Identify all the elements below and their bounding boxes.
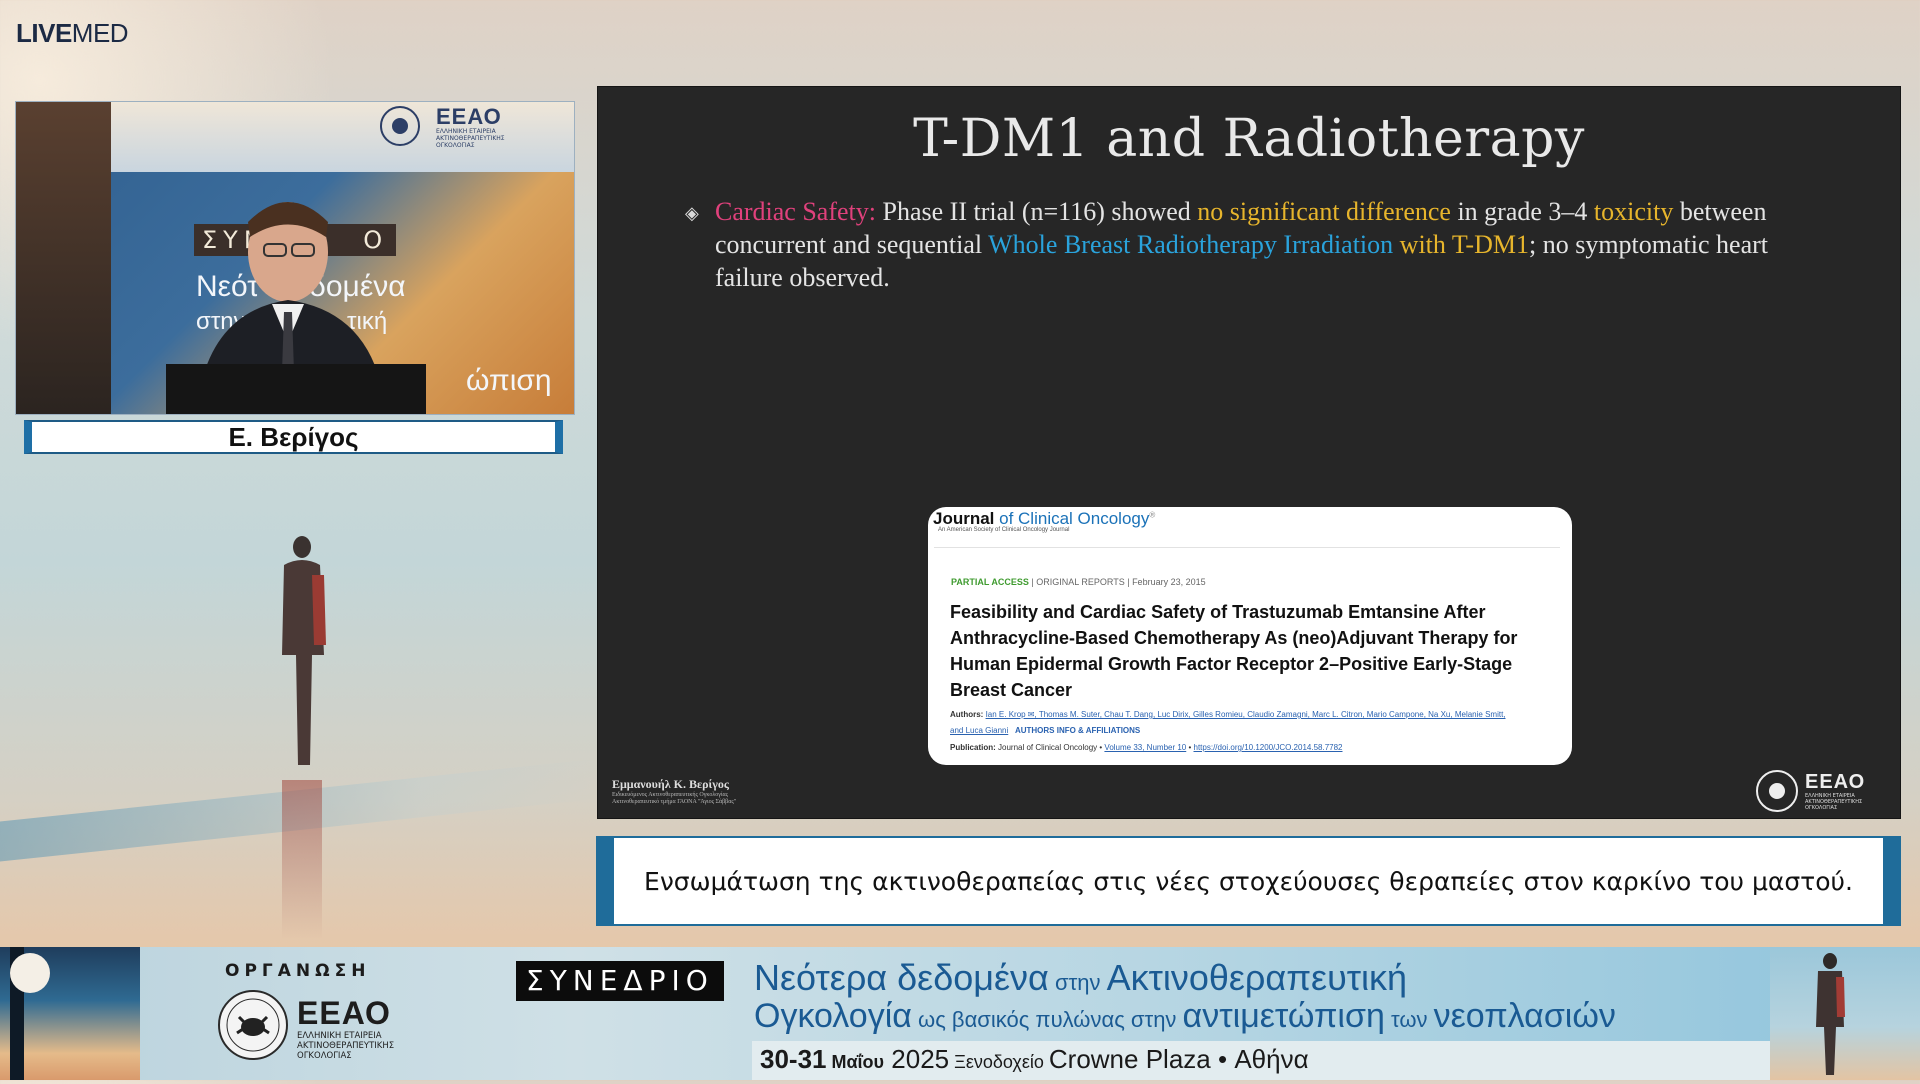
speaker-name: Ε. Βερίγος	[228, 421, 359, 452]
organizer-logo-text: ΕΕΑΟ	[297, 995, 391, 1031]
journal-name: Journal of Clinical Oncology®	[933, 509, 1156, 528]
organizer-label: ΟΡΓΑΝΩΣΗ	[225, 961, 371, 981]
conference-title-line2: Ογκολογία ως βασικός πυλώνας στην αντιμε…	[754, 997, 1616, 1035]
eeao-emblem-icon	[1756, 770, 1798, 812]
organizer-logo: ΕΕΑΟ ΕΛΛΗΝΙΚΗ ΕΤΑΙΡΕΙΑ ΑΚΤΙΝΟΘΕΡΑΠΕΥΤΙΚΗ…	[215, 987, 435, 1067]
bullet-highlight-3: Whole Breast Radiotherapy Irradiation	[988, 230, 1394, 259]
journal-screenshot: Journal of Clinical Oncology® An America…	[928, 507, 1572, 765]
speaker-name-box: Ε. Βερίγος	[24, 420, 563, 454]
figure-reflection	[282, 780, 322, 940]
organizer-logo-sub: ΕΛΛΗΝΙΚΗ ΕΤΑΙΡΕΙΑ ΑΚΤΙΝΟΘΕΡΑΠΕΥΤΙΚΗΣ ΟΓΚ…	[297, 1031, 395, 1061]
doi-link: https://doi.org/10.1200/JCO.2014.58.7782	[1193, 743, 1343, 752]
authors-info-link: AUTHORS INFO & AFFILIATIONS	[1014, 726, 1141, 735]
conference-label: ΣΥΝΕΔΡΙΟ	[516, 961, 724, 1001]
slide-author-name: Εμμανουήλ Κ. Βερίγος	[612, 777, 729, 791]
journal-subtitle: An American Society of Clinical Oncology…	[938, 527, 1070, 533]
video-logo-text: ΕΕΑΟ	[436, 104, 502, 129]
bullet-text-2: in grade 3–4	[1450, 197, 1594, 226]
article-publication: Publication: Journal of Clinical Oncolog…	[950, 743, 1343, 752]
bullet-highlight-1: no significant difference	[1197, 197, 1451, 226]
slide-logo-sub: ΕΛΛΗΝΙΚΗ ΕΤΑΙΡΕΙΑ ΑΚΤΙΝΟΘΕΡΑΠΕΥΤΙΚΗΣ ΟΓΚ…	[1805, 793, 1863, 811]
presentation-slide: T-DM1 and Radiotherapy ◈ Cardiac Safety:…	[597, 86, 1901, 819]
speaker-laptop	[166, 364, 426, 414]
diamond-bullet-icon: ◈	[685, 203, 699, 223]
walking-figure-illustration	[282, 536, 326, 765]
caption-bar: Ενσωμάτωση της ακτινοθεραπείας στις νέες…	[596, 836, 1901, 926]
caption-text: Ενσωμάτωση της ακτινοθεραπείας στις νέες…	[644, 866, 1853, 896]
livemed-logo: LIVEMED	[16, 18, 129, 48]
slide-author-dept: Ακτινοθεραπευτικό τμήμα ΓΑΟΝΑ "Άγιος Σάβ…	[612, 799, 737, 805]
article-authors: Authors: Ian E. Krop ✉, Thomas M. Suter,…	[950, 710, 1506, 735]
banner-thumbnail-left	[0, 947, 140, 1080]
volume-link: Volume 33, Number 10	[1104, 743, 1187, 752]
eeao-emblem-icon	[380, 106, 420, 146]
article-date: February 23, 2015	[1132, 577, 1206, 587]
bullet-highlight-2: toxicity	[1593, 197, 1674, 226]
journal-divider	[934, 547, 1560, 548]
slide-eeao-logo: ΕΕΑΟ ΕΛΛΗΝΙΚΗ ΕΤΑΙΡΕΙΑ ΑΚΤΙΝΟΘΕΡΑΠΕΥΤΙΚΗ…	[1753, 767, 1888, 815]
bullet-text-1: Phase II trial (n=116) showed	[876, 197, 1198, 226]
conference-banner: ΟΡΓΑΝΩΣΗ ΕΕΑΟ ΕΛΛΗΝΙΚΗ ΕΤΑΙΡΕΙΑ ΑΚΤΙΝΟΘΕ…	[0, 947, 1920, 1080]
video-backdrop-dark	[16, 102, 111, 414]
walking-figure-illustration	[1816, 953, 1845, 1075]
article-type: ORIGINAL REPORTS	[1036, 577, 1125, 587]
eeao-emblem-icon	[218, 990, 288, 1060]
article-title: Feasibility and Cardiac Safety of Trastu…	[950, 602, 1518, 700]
slide-bullet: ◈ Cardiac Safety: Phase II trial (n=116)…	[685, 195, 1795, 294]
access-badge: PARTIAL ACCESS	[951, 577, 1029, 587]
conference-title-line1: Νεότερα δεδομένα στην Ακτινοθεραπευτική	[754, 957, 1408, 998]
bullet-highlight-4: with T-DM1	[1399, 230, 1529, 259]
video-logo-sub: ΕΛΛΗΝΙΚΗ ΕΤΑΙΡΕΙΑ ΑΚΤΙΝΟΘΕΡΑΠΕΥΤΙΚΗΣ ΟΓΚ…	[436, 128, 505, 149]
video-line3: ώπιση	[466, 364, 552, 397]
speaker-video: ΕΕΑΟ ΕΛΛΗΝΙΚΗ ΕΤΑΙΡΕΙΑ ΑΚΤΙΝΟΘΕΡΑΠΕΥΤΙΚΗ…	[15, 101, 575, 415]
slide-title: T-DM1 and Radiotherapy	[913, 109, 1585, 169]
bullet-label: Cardiac Safety:	[715, 197, 876, 226]
slide-author: Εμμανουήλ Κ. Βερίγος Ειδικευόμενος Ακτιν…	[612, 777, 812, 806]
conference-date-venue: 30-31 Μαΐου 2025 Ξενοδοχείο Crowne Plaza…	[760, 1044, 1309, 1074]
slide-author-role: Ειδικευόμενος Ακτινοθεραπευτικής Ογκολογ…	[612, 792, 729, 798]
article-meta: PARTIAL ACCESS | ORIGINAL REPORTS | Febr…	[951, 577, 1206, 587]
banner-thumbnail-right	[1770, 947, 1920, 1080]
video-eeao-logo: ΕΕΑΟ ΕΛΛΗΝΙΚΗ ΕΤΑΙΡΕΙΑ ΑΚΤΙΝΟΘΕΡΑΠΕΥΤΙΚΗ…	[376, 104, 556, 149]
slide-logo-text: ΕΕΑΟ	[1805, 771, 1866, 793]
